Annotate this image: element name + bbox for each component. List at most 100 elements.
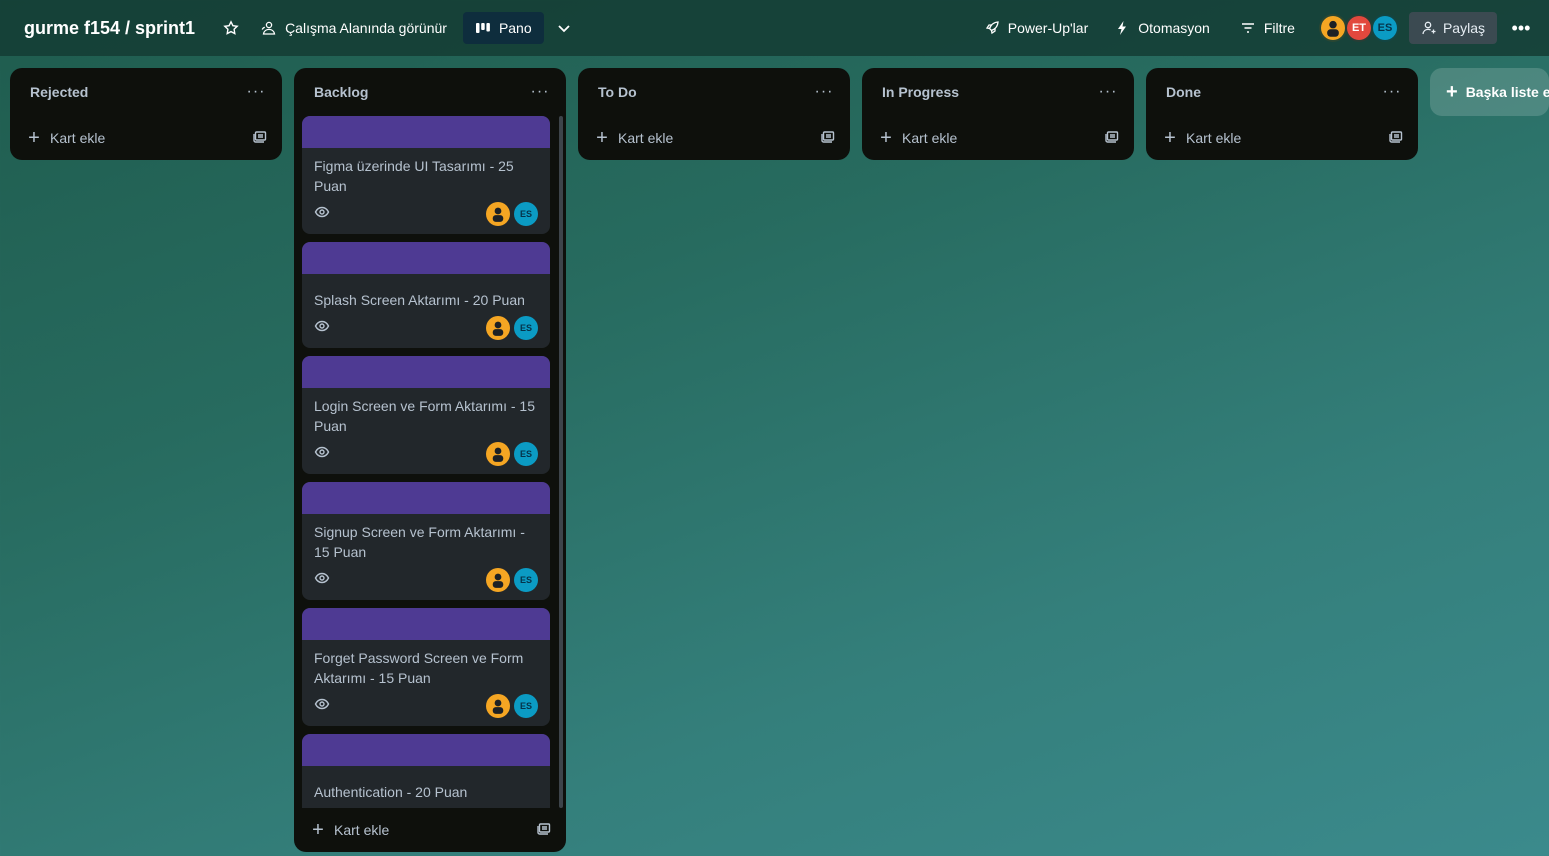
list-header: Done ···	[1146, 68, 1418, 116]
board-icon	[475, 20, 491, 36]
card[interactable]: Login Screen ve Form Aktarımı - 15 Puan …	[302, 356, 550, 474]
add-card-button[interactable]: + Kart ekle	[878, 128, 957, 148]
plus-icon: +	[596, 127, 608, 149]
plus-icon: +	[1164, 127, 1176, 149]
filter-button[interactable]: Filtre	[1232, 12, 1303, 44]
person-icon	[492, 321, 504, 336]
person-icon	[492, 207, 504, 222]
list-menu-button[interactable]: ···	[526, 83, 554, 101]
add-card-button[interactable]: + Kart ekle	[1162, 128, 1241, 148]
member-avatar[interactable]	[486, 568, 510, 592]
template-icon[interactable]	[1388, 128, 1404, 149]
card-title: Signup Screen ve Form Aktarımı - 15 Puan	[314, 524, 525, 560]
automation-button[interactable]: Otomasyon	[1106, 12, 1218, 44]
list-title[interactable]: To Do	[598, 84, 637, 100]
member-avatar[interactable]: ES	[514, 568, 538, 592]
person-icon	[1327, 20, 1339, 37]
card-cover	[302, 608, 550, 640]
share-label: Paylaş	[1442, 20, 1485, 36]
list-menu-button[interactable]: ···	[810, 83, 838, 101]
list-header: Rejected ···	[10, 68, 282, 116]
member-avatar[interactable]: ES	[1370, 14, 1399, 42]
card-cover	[302, 356, 550, 388]
rocket-icon	[984, 20, 1000, 36]
list-title[interactable]: Rejected	[30, 84, 88, 100]
card[interactable]: Signup Screen ve Form Aktarımı - 15 Puan…	[302, 482, 550, 600]
list-footer: + Kart ekle	[1146, 116, 1418, 160]
template-icon[interactable]	[1104, 128, 1120, 149]
board-members: ET ES	[1318, 14, 1399, 42]
eye-icon	[314, 570, 330, 591]
template-icon[interactable]	[820, 128, 836, 149]
list-header: To Do ···	[578, 68, 850, 116]
plus-icon: +	[28, 127, 40, 149]
person-icon	[492, 447, 504, 462]
lightning-icon	[1114, 20, 1130, 36]
card-title: Login Screen ve Form Aktarımı - 15 Puan	[314, 398, 535, 434]
card[interactable]: Forget Password Screen ve Form Aktarımı …	[302, 608, 550, 726]
share-button[interactable]: Paylaş	[1408, 12, 1497, 44]
member-avatar[interactable]: ES	[514, 442, 538, 466]
filter-label: Filtre	[1263, 20, 1295, 36]
list-menu-button[interactable]: ···	[242, 83, 270, 101]
star-button[interactable]	[215, 12, 247, 44]
automation-label: Otomasyon	[1138, 20, 1210, 36]
visibility-label: Çalışma Alanında görünür	[285, 20, 447, 36]
powerups-button[interactable]: Power-Up'lar	[976, 12, 1096, 44]
list-header: Backlog ···	[294, 68, 566, 116]
list-title[interactable]: Done	[1166, 84, 1201, 100]
board-header: gurme f154 / sprint1 Çalışma Alanında gö…	[0, 0, 1549, 56]
chevron-down-icon	[556, 20, 572, 36]
powerups-label: Power-Up'lar	[1007, 20, 1089, 36]
list-menu-button[interactable]: ···	[1378, 83, 1406, 101]
list-footer: + Kart ekle	[294, 808, 566, 852]
list-menu-button[interactable]: ···	[1094, 83, 1122, 101]
card-title: Figma üzerinde UI Tasarımı - 25 Puan	[314, 158, 514, 194]
filter-icon	[1240, 20, 1256, 36]
more-icon: •••	[1511, 17, 1531, 38]
card[interactable]: Figma üzerinde UI Tasarımı - 25 Puan ES	[302, 116, 550, 234]
card-cover	[302, 242, 550, 274]
list-backlog: Backlog ··· Figma üzerinde UI Tasarımı -…	[294, 68, 566, 852]
star-icon	[223, 20, 239, 36]
member-avatar[interactable]: ET	[1344, 14, 1373, 42]
add-card-button[interactable]: + Kart ekle	[594, 128, 673, 148]
list-title[interactable]: Backlog	[314, 84, 368, 100]
template-icon[interactable]	[252, 128, 268, 149]
member-avatar[interactable]: ES	[514, 316, 538, 340]
add-person-icon	[1421, 20, 1437, 36]
people-icon	[261, 20, 277, 36]
board-menu-button[interactable]: •••	[1505, 12, 1537, 44]
add-card-button[interactable]: + Kart ekle	[26, 128, 105, 148]
person-icon	[492, 573, 504, 588]
member-avatar[interactable]: ES	[514, 202, 538, 226]
card[interactable]: Splash Screen Aktarımı - 20 Puan ES	[302, 242, 550, 348]
list-scrollbar[interactable]	[559, 116, 563, 808]
plus-icon: +	[880, 127, 892, 149]
visibility-button[interactable]: Çalışma Alanında görünür	[253, 12, 455, 44]
member-avatar[interactable]	[486, 442, 510, 466]
member-avatar[interactable]: ES	[514, 694, 538, 718]
board-title[interactable]: gurme f154 / sprint1	[24, 18, 195, 39]
board-view-button[interactable]: Pano	[462, 12, 544, 44]
template-icon[interactable]	[536, 820, 552, 841]
card-title: Splash Screen Aktarımı - 20 Puan	[314, 292, 525, 308]
card[interactable]: Authentication - 20 Puan ES	[302, 734, 550, 808]
list-todo: To Do ··· + Kart ekle	[578, 68, 850, 160]
member-avatar[interactable]	[486, 694, 510, 718]
list-done: Done ··· + Kart ekle	[1146, 68, 1418, 160]
member-avatar[interactable]	[486, 202, 510, 226]
add-list-button[interactable]: + Başka liste ek	[1430, 68, 1549, 116]
add-card-button[interactable]: + Kart ekle	[310, 820, 389, 840]
views-dropdown[interactable]	[548, 12, 580, 44]
add-list-label: Başka liste ek	[1465, 84, 1549, 100]
member-avatar[interactable]	[486, 316, 510, 340]
list-rejected: Rejected ··· + Kart ekle	[10, 68, 282, 160]
card-title: Authentication - 20 Puan	[314, 784, 468, 800]
plus-icon: +	[312, 819, 324, 841]
board-view-label: Pano	[498, 20, 532, 36]
list-footer: + Kart ekle	[10, 116, 282, 160]
member-avatar[interactable]	[1318, 14, 1347, 42]
card-cover	[302, 734, 550, 766]
list-title[interactable]: In Progress	[882, 84, 959, 100]
